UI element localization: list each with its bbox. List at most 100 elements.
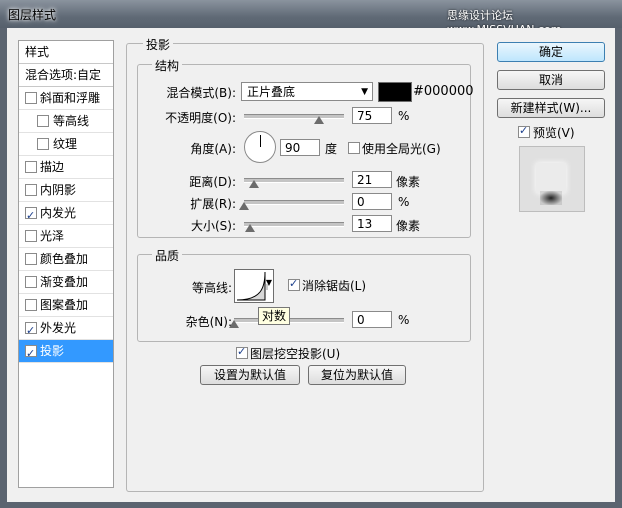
structure-group: 结构 混合模式(B): 正片叠底 ▼ #000000 不透明度(O): 75 %… [137,57,474,238]
new-style-button[interactable]: 新建样式(W)... [497,98,605,118]
distance-input[interactable]: 21 [352,171,392,188]
style-list-item[interactable]: 颜色叠加 [19,248,113,271]
chevron-down-icon: ▼ [361,87,368,97]
size-slider-track[interactable] [244,222,344,227]
preview-checkbox[interactable] [518,124,530,138]
noise-slider-thumb[interactable] [229,320,239,328]
style-list-item[interactable]: 纹理 [19,133,113,156]
quality-group: 品质 等高线: ▼ 消除锯齿(L) 杂色(N): 0 % 对数 [137,247,471,342]
style-list-item[interactable]: 描边 [19,156,113,179]
cancel-button[interactable]: 取消 [497,70,605,90]
spread-input[interactable]: 0 [352,193,392,210]
style-list-item[interactable]: 投影 [19,340,113,365]
antialias-label[interactable]: 消除锯齿(L) [302,277,366,294]
style-checkbox[interactable] [25,320,37,342]
style-checkbox[interactable] [25,276,37,288]
style-checkbox[interactable] [25,92,37,104]
antialias-checkbox[interactable] [288,277,300,291]
style-list-item-label: 颜色叠加 [40,252,89,266]
opacity-label: 不透明度(O): [165,111,236,125]
global-light-label[interactable]: 使用全局光(G) [362,140,441,157]
style-checkbox[interactable] [25,299,37,311]
reset-default-button[interactable]: 复位为默认值 [308,365,406,385]
structure-title: 结构 [152,57,183,74]
style-list-item-label: 投影 [40,344,65,358]
knockout-checkbox[interactable] [236,345,248,359]
size-input[interactable]: 13 [352,215,392,232]
noise-input[interactable]: 0 [352,311,392,328]
style-checkbox[interactable] [37,115,49,127]
size-label: 大小(S): [190,219,236,233]
style-checkbox[interactable] [25,253,37,265]
spread-label: 扩展(R): [190,197,236,211]
shadow-color-swatch[interactable] [378,82,412,102]
style-list-item-label: 图案叠加 [40,298,89,312]
drop-shadow-title: 投影 [143,36,174,53]
style-list-item-label: 内发光 [40,206,77,220]
contour-tooltip: 对数 [258,307,291,325]
make-default-button[interactable]: 设置为默认值 [200,365,300,385]
drop-shadow-group: 投影 结构 混合模式(B): 正片叠底 ▼ #000000 不透明度(O): 7… [126,36,484,492]
title-bar[interactable]: 图层样式 思缘设计论坛 www.MISSVUAN.com [0,0,622,36]
style-list-item[interactable]: 内阴影 [19,179,113,202]
preview-swatch-shape [536,163,566,193]
chevron-down-icon[interactable]: ▼ [266,278,272,287]
angle-unit: 度 [325,142,338,156]
style-list-item-label: 外发光 [40,321,77,335]
distance-slider-track[interactable] [244,178,344,183]
opacity-slider-thumb[interactable] [314,116,324,124]
style-list-item[interactable]: 内发光 [19,202,113,227]
blending-options-item[interactable]: 混合选项:自定 [19,64,113,87]
style-list-item-label: 斜面和浮雕 [40,91,101,105]
style-preview [519,146,585,212]
distance-unit: 像素 [396,175,421,189]
style-list-item[interactable]: 图案叠加 [19,294,113,317]
window-title: 图层样式 [8,8,57,22]
noise-label: 杂色(N): [185,315,232,329]
style-list-item[interactable]: 斜面和浮雕 [19,87,113,110]
dialog-client: 样式 混合选项:自定 斜面和浮雕等高线纹理描边内阴影内发光光泽颜色叠加渐变叠加图… [7,28,615,502]
style-checkbox[interactable] [25,184,37,196]
blend-mode-value: 正片叠底 [247,85,296,99]
contour-label: 等高线: [191,281,232,295]
style-checkbox[interactable] [25,161,37,173]
style-list-item-label: 光泽 [40,229,65,243]
style-list-item-label: 等高线 [53,114,90,128]
opacity-input[interactable]: 75 [352,107,392,124]
styles-list: 样式 混合选项:自定 斜面和浮雕等高线纹理描边内阴影内发光光泽颜色叠加渐变叠加图… [18,40,114,488]
style-list-item[interactable]: 外发光 [19,317,113,342]
quality-title: 品质 [152,247,183,264]
style-list-item-label: 纹理 [53,137,78,151]
layer-style-dialog: 图层样式 思缘设计论坛 www.MISSVUAN.com 样式 混合选项:自定 … [0,0,622,508]
style-list-item[interactable]: 渐变叠加 [19,271,113,294]
size-slider-thumb[interactable] [245,224,255,232]
blend-mode-select[interactable]: 正片叠底 ▼ [241,82,373,101]
size-unit: 像素 [396,219,421,233]
style-list-item-label: 渐变叠加 [40,275,89,289]
angle-dial[interactable] [244,131,276,163]
style-list-item[interactable]: 等高线 [19,110,113,133]
preview-label[interactable]: 预览(V) [533,124,575,141]
style-checkbox[interactable] [25,343,37,365]
contour-picker[interactable]: ▼ [234,269,274,303]
opacity-slider-track[interactable] [244,114,344,119]
spread-unit: % [398,195,410,209]
knockout-label[interactable]: 图层挖空投影(U) [250,345,340,362]
preview-shadow-shape [540,191,562,205]
style-checkbox[interactable] [25,230,37,242]
ok-button[interactable]: 确定 [497,42,605,62]
style-list-item-label: 描边 [40,160,65,174]
distance-slider-thumb[interactable] [249,180,259,188]
global-light-checkbox[interactable] [348,142,360,154]
distance-label: 距离(D): [189,175,236,189]
style-checkbox[interactable] [25,205,37,227]
blend-mode-label: 混合模式(B): [166,86,236,100]
style-items: 斜面和浮雕等高线纹理描边内阴影内发光光泽颜色叠加渐变叠加图案叠加外发光投影 [19,87,113,365]
opacity-unit: % [398,109,410,123]
angle-input[interactable]: 90 [280,139,320,156]
style-checkbox[interactable] [37,138,49,150]
styles-list-header[interactable]: 样式 [19,41,113,64]
style-list-item[interactable]: 光泽 [19,225,113,248]
spread-slider-thumb[interactable] [239,202,249,210]
spread-slider-track[interactable] [244,200,344,205]
